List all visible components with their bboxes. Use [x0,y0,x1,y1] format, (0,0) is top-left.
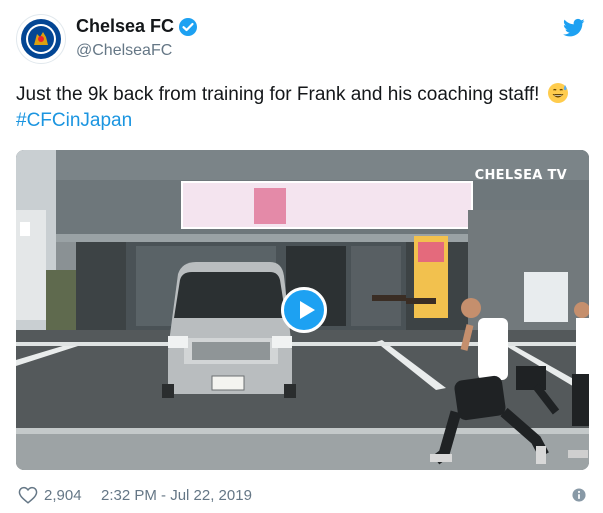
tweet-timestamp[interactable]: 2:32 PM - Jul 22, 2019 [101,487,252,504]
like-count[interactable]: 2,904 [44,487,82,504]
chelsea-crest-icon [18,16,64,62]
tweet-card: Chelsea FC @ChelseaFC Just the 9k back f… [0,0,603,513]
tweet-body: Just the 9k back from training for Frank… [16,84,540,105]
chelsea-tv-logo: CHELSEA TV [474,168,567,183]
hashtag-link[interactable]: #CFCinJapan [16,110,132,131]
info-icon[interactable] [572,488,586,502]
author-name[interactable]: Chelsea FC [76,16,174,37]
verified-badge-icon [179,18,197,36]
author-avatar[interactable] [16,14,66,64]
sweat-smile-emoji-icon [547,83,568,103]
video-player[interactable]: CHELSEA TV [16,150,589,470]
twitter-bird-icon[interactable] [563,18,585,38]
play-button[interactable] [281,287,327,333]
tweet-text: Just the 9k back from training for Frank… [16,82,591,134]
heart-icon[interactable] [18,486,38,504]
author-handle[interactable]: @ChelseaFC [76,42,172,60]
